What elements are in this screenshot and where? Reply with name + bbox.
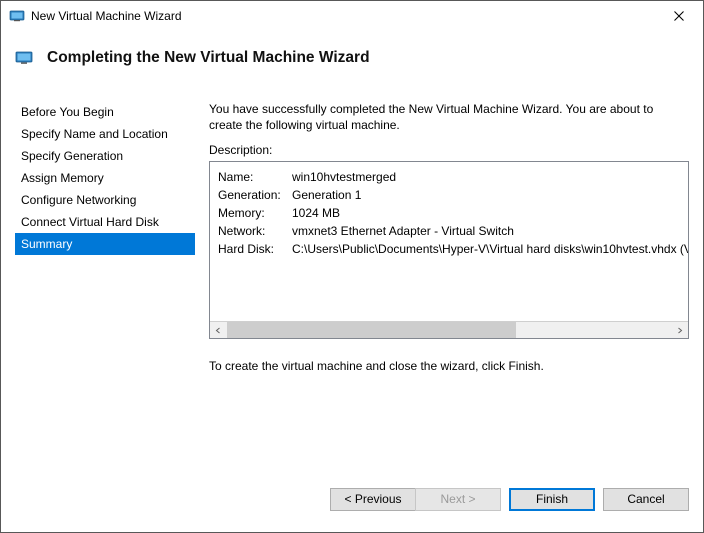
previous-button[interactable]: < Previous	[330, 488, 416, 511]
summary-name-label: Name:	[218, 168, 292, 186]
summary-generation-label: Generation:	[218, 186, 292, 204]
summary-row-harddisk: Hard Disk: C:\Users\Public\Documents\Hyp…	[218, 240, 680, 258]
nav-button-group: < Previous Next >	[330, 488, 501, 511]
next-button: Next >	[415, 488, 501, 511]
horizontal-scrollbar[interactable]	[210, 321, 688, 338]
summary-row-name: Name: win10hvtestmerged	[218, 168, 680, 186]
step-assign-memory[interactable]: Assign Memory	[15, 167, 195, 189]
scroll-track[interactable]	[227, 322, 671, 338]
wizard-footer: < Previous Next > Finish Cancel	[1, 466, 703, 532]
chevron-left-icon	[215, 327, 222, 334]
close-icon	[674, 11, 684, 21]
titlebar: New Virtual Machine Wizard	[1, 1, 703, 31]
summary-network-value: vmxnet3 Ethernet Adapter - Virtual Switc…	[292, 222, 680, 240]
step-specify-name-location[interactable]: Specify Name and Location	[15, 123, 195, 145]
finish-button[interactable]: Finish	[509, 488, 595, 511]
scroll-thumb[interactable]	[227, 322, 516, 338]
summary-row-memory: Memory: 1024 MB	[218, 204, 680, 222]
summary-name-value: win10hvtestmerged	[292, 168, 680, 186]
scroll-right-arrow[interactable]	[671, 322, 688, 338]
app-icon	[9, 8, 25, 24]
summary-harddisk-value: C:\Users\Public\Documents\Hyper-V\Virtua…	[292, 240, 688, 258]
step-before-you-begin[interactable]: Before You Begin	[15, 101, 195, 123]
step-configure-networking[interactable]: Configure Networking	[15, 189, 195, 211]
chevron-right-icon	[676, 327, 683, 334]
step-specify-generation[interactable]: Specify Generation	[15, 145, 195, 167]
summary-network-label: Network:	[218, 222, 292, 240]
step-summary[interactable]: Summary	[15, 233, 195, 255]
summary-row-generation: Generation: Generation 1	[218, 186, 680, 204]
cancel-button[interactable]: Cancel	[603, 488, 689, 511]
intro-text: You have successfully completed the New …	[209, 101, 689, 133]
summary-memory-value: 1024 MB	[292, 204, 680, 222]
summary-generation-value: Generation 1	[292, 186, 680, 204]
summary-harddisk-label: Hard Disk:	[218, 240, 292, 258]
step-connect-virtual-hard-disk[interactable]: Connect Virtual Hard Disk	[15, 211, 195, 233]
steps-sidebar: Before You Begin Specify Name and Locati…	[15, 101, 195, 466]
finish-hint: To create the virtual machine and close …	[209, 359, 689, 373]
window-title: New Virtual Machine Wizard	[31, 9, 656, 23]
close-button[interactable]	[656, 2, 701, 30]
header-title: Completing the New Virtual Machine Wizar…	[47, 49, 370, 67]
summary-row-network: Network: vmxnet3 Ethernet Adapter - Virt…	[218, 222, 680, 240]
wizard-header: Completing the New Virtual Machine Wizar…	[1, 31, 703, 73]
description-label: Description:	[209, 143, 689, 157]
description-box: Name: win10hvtestmerged Generation: Gene…	[209, 161, 689, 339]
summary-memory-label: Memory:	[218, 204, 292, 222]
scroll-left-arrow[interactable]	[210, 322, 227, 338]
wizard-window: New Virtual Machine Wizard Completing th…	[0, 0, 704, 533]
header-icon	[1, 50, 47, 66]
wizard-body: Before You Begin Specify Name and Locati…	[1, 73, 703, 466]
main-panel: You have successfully completed the New …	[209, 101, 689, 466]
summary-rows: Name: win10hvtestmerged Generation: Gene…	[210, 162, 688, 321]
